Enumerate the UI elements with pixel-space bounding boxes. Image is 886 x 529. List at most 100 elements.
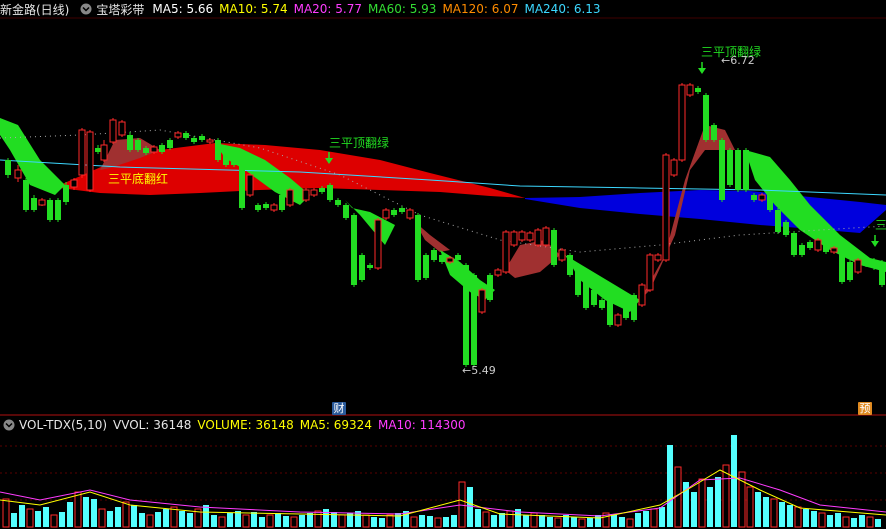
volume-bar [299, 515, 305, 527]
volume-bar [475, 509, 481, 527]
candle-body [335, 200, 341, 205]
candle-body [239, 165, 245, 208]
candle-body [871, 260, 877, 268]
volume-bar [827, 515, 833, 527]
low-price-value: 5.49 [471, 364, 496, 377]
candle-body [751, 195, 757, 200]
top-reversal-signal-label: 三 [875, 218, 886, 232]
candle-body [446, 257, 454, 263]
vol-item: MA10: 114300 [378, 418, 466, 432]
candle-body [118, 121, 126, 136]
volume-bar [866, 516, 874, 528]
volume-bar [875, 519, 881, 527]
candle-body [286, 189, 294, 206]
volume-panel-header: VOL-TDX(5,10) VVOL: 36148 VOLUME: 36148 MA… [0, 416, 471, 434]
candle-body [735, 150, 741, 190]
volume-bar [611, 515, 617, 527]
volume-bar [235, 511, 241, 527]
candle-body [351, 215, 357, 285]
candle-body [382, 209, 390, 219]
left-arrow-icon: ← [721, 54, 731, 67]
volume-bar [275, 513, 281, 527]
volume-bar [290, 516, 298, 528]
candle-body [78, 129, 86, 176]
candle-body [302, 189, 310, 201]
volume-bar [362, 514, 370, 528]
candle-body [215, 140, 221, 160]
volume-bar [122, 501, 130, 528]
candle-body [719, 140, 725, 200]
green-band [0, 118, 65, 195]
candle-body [583, 280, 589, 308]
volume-bar [523, 515, 529, 527]
candle-body [191, 138, 197, 142]
candle-body [367, 265, 373, 268]
candle-body [783, 222, 789, 235]
vol-value: 36148 [255, 418, 294, 432]
candle-body [551, 230, 557, 265]
ma-value: 5.74 [260, 2, 288, 16]
volume-bar [115, 507, 121, 527]
volume-bar [707, 487, 713, 527]
candle-body [614, 314, 622, 326]
volume-bar [43, 507, 49, 527]
candle-body [159, 145, 165, 152]
volume-bar [19, 505, 25, 527]
finance-report-badge[interactable]: 财 [332, 402, 346, 415]
candle-body [399, 208, 405, 212]
candle-body [423, 255, 429, 278]
volume-bar [11, 513, 17, 527]
candle-body [494, 269, 502, 276]
candle-body [263, 204, 269, 208]
candle-body [558, 249, 566, 261]
volume-bar [266, 514, 274, 528]
volume-bar [547, 517, 553, 527]
volume-bar [643, 511, 649, 527]
candle-body [109, 119, 117, 143]
candle-body [135, 140, 141, 150]
candle-body [814, 239, 822, 251]
indicator-name[interactable]: 宝塔彩带 [96, 1, 144, 18]
candle-body [854, 259, 862, 273]
volume-indicator-name[interactable]: VOL-TDX(5,10) [19, 418, 107, 432]
volume-bar [770, 498, 778, 528]
volume-bar [595, 515, 601, 527]
volume-bar [323, 509, 329, 527]
ma-label: MA60: [368, 2, 410, 16]
left-arrow-icon: ← [462, 364, 472, 377]
volume-bar [67, 502, 73, 527]
candle-body [270, 204, 278, 211]
vol-item: VVOL: 36148 [113, 418, 191, 432]
volume-bar [539, 515, 545, 527]
candle-body [439, 255, 445, 262]
volume-bar [187, 513, 193, 527]
candle-body [638, 284, 646, 306]
volume-bar [227, 513, 233, 527]
chevron-down-icon[interactable] [3, 419, 15, 431]
candle-body [70, 179, 78, 188]
ma-item: MA240: 6.13 [524, 2, 600, 16]
volume-bar [499, 513, 505, 527]
volume-bar [443, 517, 449, 527]
candle-body [183, 133, 189, 138]
candle-body [510, 231, 518, 246]
volume-bar [794, 506, 802, 528]
candle-body [206, 139, 214, 143]
volume-bar [427, 516, 433, 527]
volume-bar [419, 515, 425, 527]
vol-label: MA5: [299, 418, 334, 432]
stock-title[interactable]: 新金路(日线) [0, 1, 69, 18]
candle-body [686, 84, 694, 96]
candle-body [319, 188, 325, 192]
candle-body [415, 215, 421, 280]
candle-body [567, 255, 573, 275]
volume-bar [755, 492, 761, 527]
volume-bar [50, 514, 58, 528]
chevron-down-icon[interactable] [80, 3, 92, 15]
kline-chart-area[interactable] [0, 0, 886, 529]
forecast-badge[interactable]: 预 [858, 402, 872, 415]
ma-value: 6.13 [573, 2, 601, 16]
ma-value: 6.07 [491, 2, 519, 16]
ma-label: MA120: [442, 2, 492, 16]
volume-bar [379, 518, 385, 527]
